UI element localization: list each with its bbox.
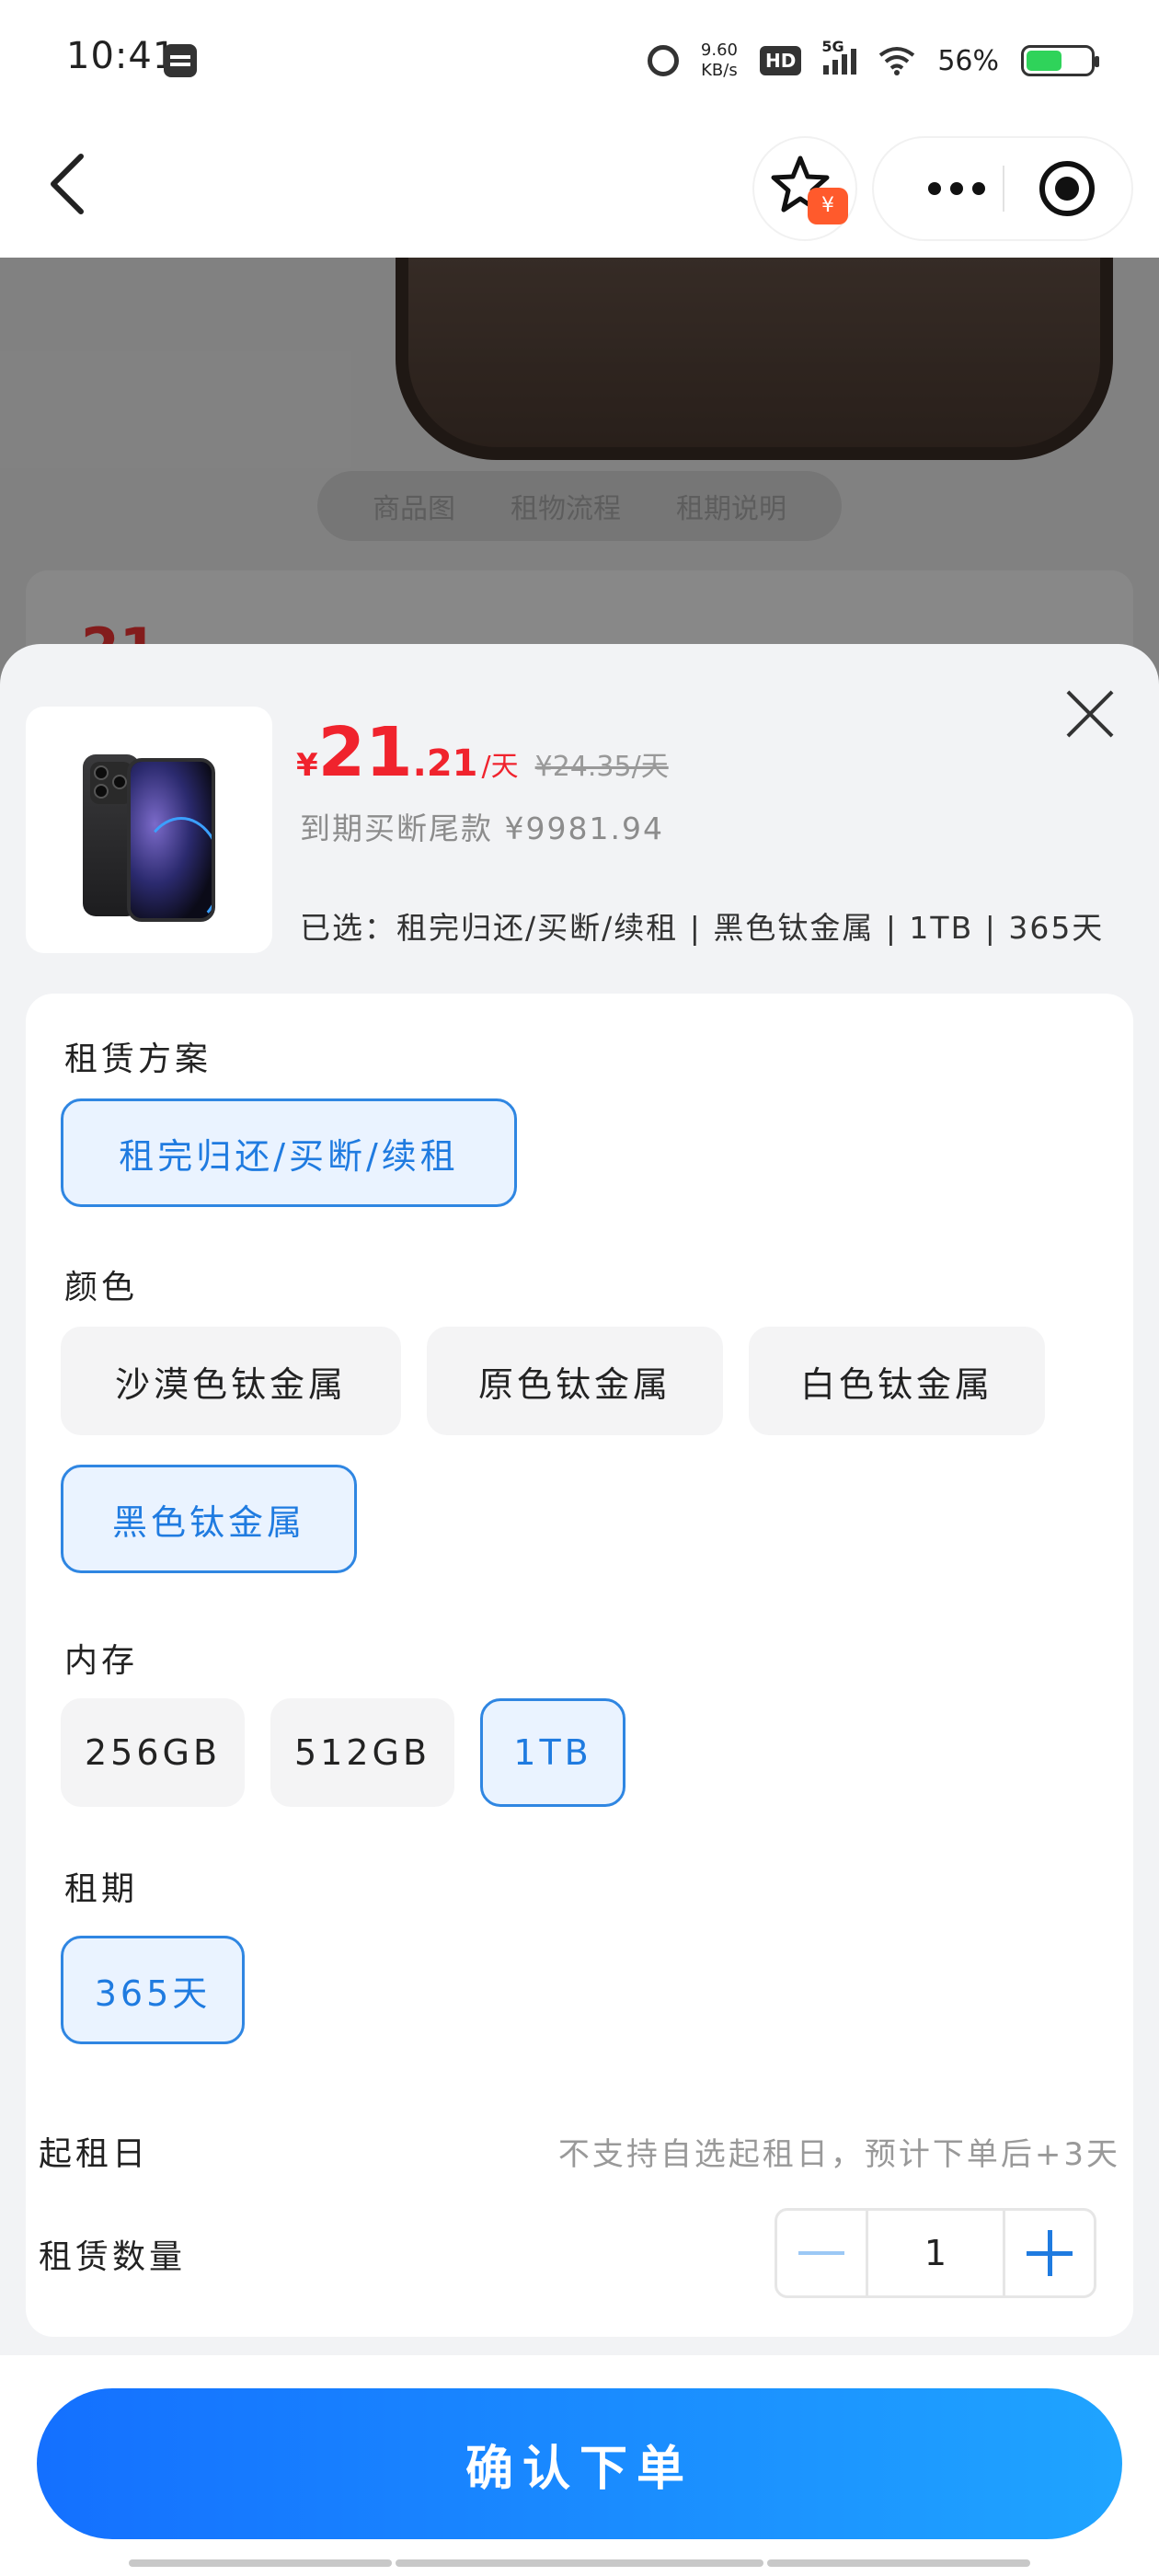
price-badge: ¥ [808, 188, 848, 224]
quantity-stepper: 1 [775, 2208, 1096, 2298]
alarm-icon [647, 45, 679, 76]
network-speed-unit: KB/s [701, 61, 738, 80]
home-indicator-center [396, 2559, 763, 2567]
confirm-order-button[interactable]: 确认下单 [37, 2388, 1122, 2539]
signal-icon: 5G [821, 38, 857, 75]
battery-icon [1021, 45, 1099, 76]
original-price: ¥24.35/天 [534, 751, 669, 783]
storage-option-1tb[interactable]: 1TB [480, 1698, 625, 1807]
nav-bar: ¥ [0, 120, 1159, 258]
capsule-divider [1003, 166, 1004, 212]
start-date-value: 不支持自选起租日，预计下单后+3天 [557, 2136, 1120, 2173]
network-speed: 9.60 KB/s [701, 40, 738, 81]
plan-option-rent-return-buy[interactable]: 租完归还/买断/续租 [61, 1098, 517, 1207]
battery-percent: 56% [937, 44, 999, 77]
color-section-title: 颜色 [64, 1269, 139, 1306]
rent-price: ¥ 21 .21 /天 ¥24.35/天 [296, 716, 669, 789]
network-speed-value: 9.60 [700, 40, 738, 60]
status-time: 10:41 [66, 35, 178, 77]
sim-card-icon [164, 44, 197, 77]
wifi-icon [879, 47, 915, 75]
color-option-desert[interactable]: 沙漠色钛金属 [61, 1327, 401, 1435]
network-type: 5G [821, 38, 844, 55]
status-icons: 9.60 KB/s HD 5G 56% [647, 33, 1099, 88]
favorite-button[interactable]: ¥ [754, 138, 855, 239]
buyout-price: 到期买断尾款 ¥9981.94 [300, 811, 664, 846]
price-decimal: .21 [412, 742, 478, 785]
quantity-label: 租赁数量 [39, 2238, 187, 2276]
sheet-footer: 确认下单 [0, 2355, 1159, 2576]
price-currency: ¥ [296, 747, 318, 784]
price-unit: /天 [481, 751, 519, 783]
home-indicator-right [767, 2559, 1030, 2567]
product-thumbnail [26, 707, 272, 953]
selected-summary: 已选：租完归还/买断/续租 | 黑色钛金属 | 1TB | 365天 [300, 910, 1105, 946]
color-option-natural[interactable]: 原色钛金属 [427, 1327, 723, 1435]
more-dots-icon[interactable] [911, 138, 1003, 239]
plus-icon[interactable] [1005, 2211, 1094, 2295]
status-bar: 10:41 9.60 KB/s HD 5G 56% [0, 0, 1159, 120]
storage-option-256gb[interactable]: 256GB [61, 1698, 245, 1807]
term-option-365[interactable]: 365天 [61, 1936, 245, 2044]
home-indicator-left [129, 2559, 392, 2567]
color-option-white[interactable]: 白色钛金属 [749, 1327, 1045, 1435]
plan-section-title: 租赁方案 [64, 1041, 212, 1078]
target-icon[interactable] [1039, 161, 1095, 216]
battery-fill [1027, 51, 1062, 71]
minus-icon[interactable] [777, 2211, 866, 2295]
close-icon[interactable] [1062, 686, 1118, 742]
color-option-black[interactable]: 黑色钛金属 [61, 1465, 357, 1573]
start-date-label: 起租日 [39, 2135, 150, 2173]
storage-option-512gb[interactable]: 512GB [270, 1698, 454, 1807]
term-section-title: 租期 [64, 1870, 139, 1908]
spec-selection-sheet: ¥ 21 .21 /天 ¥24.35/天 到期买断尾款 ¥9981.94 已选：… [0, 644, 1159, 2576]
phone-image [83, 754, 215, 922]
hd-badge: HD [759, 46, 802, 75]
miniprogram-capsule [874, 138, 1131, 239]
chevron-left-icon[interactable] [33, 147, 107, 221]
storage-section-title: 内存 [64, 1642, 139, 1680]
price-integer: 21 [317, 713, 413, 792]
quantity-value[interactable]: 1 [866, 2211, 1005, 2295]
